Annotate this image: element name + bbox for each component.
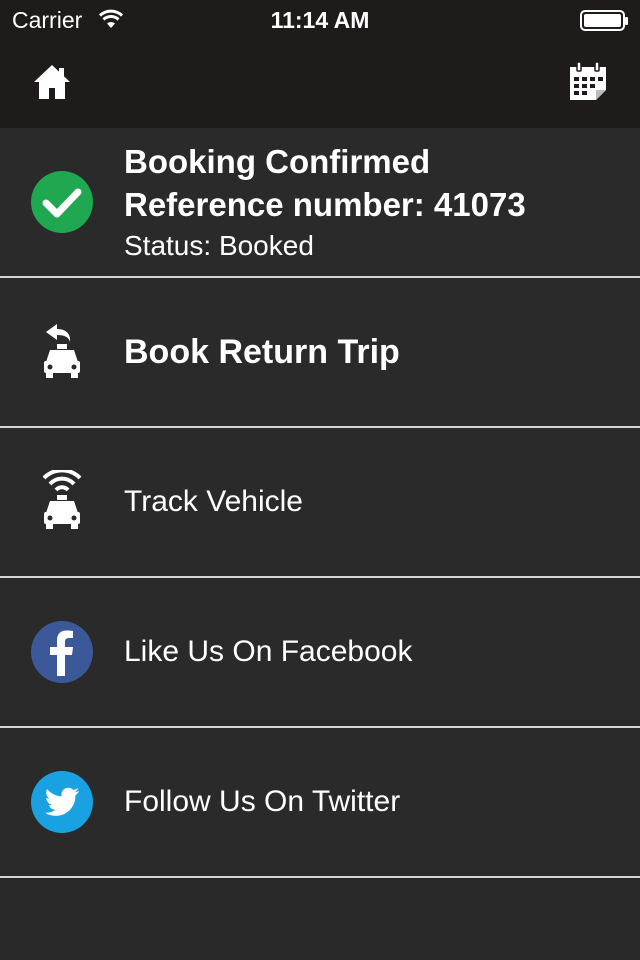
booking-status: Status: Booked: [124, 230, 314, 261]
facebook-button[interactable]: Like Us On Facebook: [0, 578, 640, 728]
home-icon[interactable]: [32, 62, 72, 102]
track-vehicle-label: Track Vehicle: [124, 485, 303, 518]
twitter-label: Follow Us On Twitter: [124, 785, 401, 818]
check-circle-icon: [31, 171, 93, 233]
taxi-signal-icon: [42, 470, 82, 529]
calendar-icon[interactable]: [568, 60, 608, 102]
booking-title: Booking Confirmed: [124, 143, 431, 180]
book-return-trip-label: Book Return Trip: [124, 332, 400, 371]
facebook-label: Like Us On Facebook: [124, 635, 413, 668]
clock: 11:14 AM: [270, 7, 370, 33]
battery-icon: [580, 10, 628, 31]
status-bar: Carrier 11:14 AM: [0, 0, 640, 40]
twitter-button[interactable]: Follow Us On Twitter: [0, 728, 640, 878]
facebook-icon: [31, 621, 93, 683]
booking-confirmation: Booking Confirmed Reference number: 4107…: [0, 128, 640, 278]
taxi-return-icon: [44, 324, 80, 378]
book-return-trip-button[interactable]: Book Return Trip: [0, 278, 640, 428]
menu-list: Booking Confirmed Reference number: 4107…: [0, 128, 640, 878]
twitter-icon: [31, 771, 93, 833]
nav-bar: [0, 40, 640, 128]
track-vehicle-button[interactable]: Track Vehicle: [0, 428, 640, 578]
booking-text: Booking Confirmed Reference number: 4107…: [124, 140, 526, 266]
reference-number: Reference number: 41073: [124, 186, 526, 223]
